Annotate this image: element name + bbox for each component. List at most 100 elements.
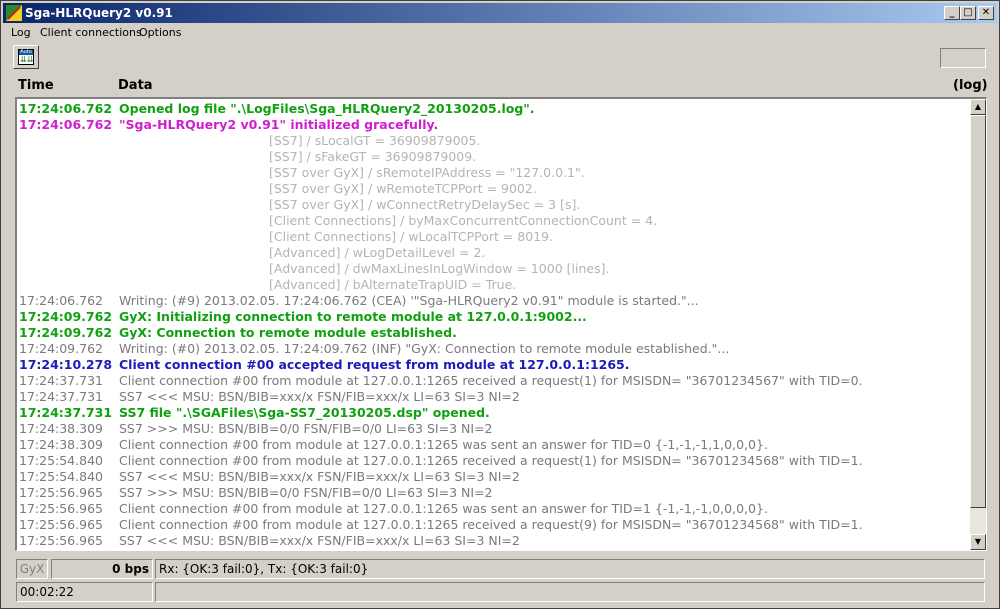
log-row-text: [SS7 over GyX] / sRemoteIPAddress = "127…: [269, 165, 585, 180]
header-data: Data: [118, 78, 153, 93]
log-row-time: 17:24:38.309: [19, 421, 103, 436]
log-row: 17:25:56.965 Client connection #00 from m…: [19, 517, 967, 533]
maximize-button[interactable]: □: [960, 6, 976, 20]
log-row: 17:24:37.731 SS7 file ".\SGAFiles\Sga-SS7…: [19, 405, 967, 421]
log-row-time: 17:25:56.965: [19, 501, 103, 516]
log-row-time: 17:24:38.309: [19, 437, 103, 452]
log-row-text: SS7 file ".\SGAFiles\Sga-SS7_20130205.ds…: [119, 405, 490, 420]
log-row-time: 17:24:09.762: [19, 325, 113, 340]
log-row: [Advanced] / bAlternateTrapUID = True.: [19, 277, 967, 293]
main-window: Sga-HLRQuery2 v0.91 _ □ ✕ Log Client con…: [0, 0, 1000, 609]
log-row-time: 17:24:09.762: [19, 341, 103, 356]
log-row-time: 17:25:54.840: [19, 469, 103, 484]
log-row: 17:25:56.965 SS7 >>> MSU: BSN/BIB=0/0 FSN…: [19, 485, 967, 501]
log-row-text: SS7 <<< MSU: BSN/BIB=xxx/x FSN/FIB=xxx/x…: [119, 533, 520, 548]
log-row: 17:24:06.762 Opened log file ".\LogFiles\…: [19, 101, 967, 117]
log-row-text: Writing: (#9) 2013.02.05. 17:24:06.762 (…: [119, 293, 699, 308]
close-button[interactable]: ✕: [978, 6, 994, 20]
log-row: 17:24:38.309 Client connection #00 from m…: [19, 437, 967, 453]
window-title: Sga-HLRQuery2 v0.91: [25, 6, 173, 20]
log-row-time: 17:25:54.840: [19, 453, 103, 468]
log-row: [Client Connections] / wLocalTCPPort = 8…: [19, 229, 967, 245]
log-row-time: 17:24:37.731: [19, 389, 103, 404]
elapsed-time-field: 00:02:22: [16, 582, 153, 602]
log-header: Time Data (log): [15, 76, 988, 96]
log-row-text: Client connection #00 accepted request f…: [119, 357, 630, 372]
log-row-text: [Advanced] / bAlternateTrapUID = True.: [269, 277, 517, 292]
log-row-time: 17:24:37.731: [19, 405, 113, 420]
log-row: [Client Connections] / byMaxConcurrentCo…: [19, 213, 967, 229]
log-row-text: [Advanced] / dwMaxLinesInLogWindow = 100…: [269, 261, 610, 276]
status-empty-field: [155, 582, 985, 602]
scroll-down-button[interactable]: ▼: [970, 534, 986, 550]
log-row: 17:24:38.309 SS7 >>> MSU: BSN/BIB=0/0 FSN…: [19, 421, 967, 437]
log-row-text: Writing: (#0) 2013.02.05. 17:24:09.762 (…: [119, 341, 730, 356]
log-row: [SS7 over GyX] / wConnectRetryDelaySec =…: [19, 197, 967, 213]
title-bar[interactable]: Sga-HLRQuery2 v0.91 _ □ ✕: [3, 3, 997, 23]
log-row-text: SS7 <<< MSU: BSN/BIB=xxx/x FSN/FIB=xxx/x…: [119, 389, 520, 404]
header-log: (log): [953, 78, 988, 93]
log-row-text: [Client Connections] / wLocalTCPPort = 8…: [269, 229, 554, 244]
log-window[interactable]: 17:24:06.762 Opened log file ".\LogFiles\…: [15, 97, 987, 551]
toolbar: Auto ⇊⇊: [3, 43, 997, 73]
indicator-box: [940, 48, 986, 68]
log-row-text: Client connection #00 from module at 127…: [119, 517, 863, 532]
log-row-time: 17:24:09.762: [19, 309, 113, 324]
log-row: 17:24:37.731 SS7 <<< MSU: BSN/BIB=xxx/x F…: [19, 389, 967, 405]
vertical-scrollbar[interactable]: ▲ ▼: [970, 99, 986, 550]
log-row: 17:24:37.731 Client connection #00 from m…: [19, 373, 967, 389]
log-row-text: GyX: Initializing connection to remote m…: [119, 309, 587, 324]
log-row-time: 17:24:06.762: [19, 117, 113, 132]
log-row-time: 17:24:10.278: [19, 357, 113, 372]
down-arrows-icon: ⇊⇊: [20, 55, 34, 64]
log-row-time: 17:24:06.762: [19, 101, 113, 116]
log-row-text: Opened log file ".\LogFiles\Sga_HLRQuery…: [119, 101, 535, 116]
log-row-text: Client connection #00 from module at 127…: [119, 453, 863, 468]
auto-scroll-button[interactable]: Auto ⇊⇊: [13, 45, 39, 69]
log-row: [SS7] / sLocalGT = 36909879005.: [19, 133, 967, 149]
log-row-text: SS7 <<< MSU: BSN/BIB=xxx/x FSN/FIB=xxx/x…: [119, 469, 520, 484]
gyx-indicator: GyX: [16, 559, 48, 579]
log-row: 17:25:56.965 SS7 <<< MSU: BSN/BIB=xxx/x F…: [19, 533, 967, 549]
scroll-up-button[interactable]: ▲: [970, 99, 986, 115]
log-row-text: [SS7 over GyX] / wRemoteTCPPort = 9002.: [269, 181, 537, 196]
log-row: 17:24:09.762 GyX: Initializing connection…: [19, 309, 967, 325]
log-row-text: [Client Connections] / byMaxConcurrentCo…: [269, 213, 658, 228]
log-rows: 17:24:06.762 Opened log file ".\LogFiles\…: [19, 101, 967, 549]
log-row-text: [Advanced] / wLogDetailLevel = 2.: [269, 245, 486, 260]
log-row: 17:25:56.965 Client connection #00 from m…: [19, 501, 967, 517]
log-row-text: Client connection #00 from module at 127…: [119, 437, 768, 452]
log-row: 17:25:54.840 Client connection #00 from m…: [19, 453, 967, 469]
log-row: [SS7 over GyX] / sRemoteIPAddress = "127…: [19, 165, 967, 181]
rxtx-field: Rx: {OK:3 fail:0}, Tx: {OK:3 fail:0}: [155, 559, 985, 579]
log-row-text: "Sga-HLRQuery2 v0.91" initialized gracef…: [119, 117, 439, 132]
log-row-text: SS7 >>> MSU: BSN/BIB=0/0 FSN/FIB=0/0 LI=…: [119, 421, 493, 436]
log-row-time: 17:25:56.965: [19, 485, 103, 500]
menu-options[interactable]: Options: [139, 26, 181, 39]
log-row: [SS7 over GyX] / wRemoteTCPPort = 9002.: [19, 181, 967, 197]
log-row-text: GyX: Connection to remote module establi…: [119, 325, 457, 340]
menu-client-connections[interactable]: Client connections: [40, 26, 142, 39]
log-row: 17:25:54.840 SS7 <<< MSU: BSN/BIB=xxx/x F…: [19, 469, 967, 485]
log-row-text: Client connection #00 from module at 127…: [119, 501, 768, 516]
log-row-text: Client connection #00 from module at 127…: [119, 373, 863, 388]
log-row-time: 17:25:56.965: [19, 517, 103, 532]
app-icon: [6, 5, 22, 21]
log-row: 17:24:10.278 Client connection #00 accept…: [19, 357, 967, 373]
log-row: [Advanced] / wLogDetailLevel = 2.: [19, 245, 967, 261]
log-row: 17:24:06.762 Writing: (#9) 2013.02.05. 17…: [19, 293, 967, 309]
log-row-time: 17:24:37.731: [19, 373, 103, 388]
minimize-button[interactable]: _: [944, 6, 960, 20]
log-row-text: [SS7] / sLocalGT = 36909879005.: [269, 133, 481, 148]
log-row-text: SS7 >>> MSU: BSN/BIB=0/0 FSN/FIB=0/0 LI=…: [119, 485, 493, 500]
scroll-thumb[interactable]: [970, 115, 986, 508]
log-row: [SS7] / sFakeGT = 36909879009.: [19, 149, 967, 165]
menu-log[interactable]: Log: [11, 26, 31, 39]
log-row: 17:24:06.762 "Sga-HLRQuery2 v0.91" initia…: [19, 117, 967, 133]
log-row-time: 17:24:06.762: [19, 293, 103, 308]
menu-bar: Log Client connections Options: [3, 24, 997, 42]
header-time: Time: [18, 78, 54, 93]
bps-field: 0 bps: [51, 559, 153, 579]
log-row-time: 17:25:56.965: [19, 533, 103, 548]
log-row: [Advanced] / dwMaxLinesInLogWindow = 100…: [19, 261, 967, 277]
